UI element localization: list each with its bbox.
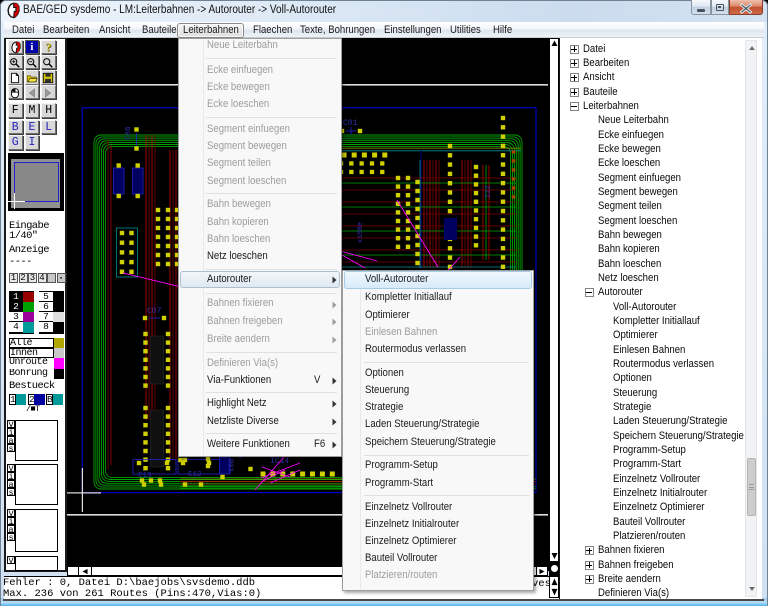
svg-text:C13: C13 xyxy=(138,472,152,480)
svg-text:R03: R03 xyxy=(226,459,234,472)
svg-text:C01: C01 xyxy=(343,119,358,128)
svg-text:C07: C07 xyxy=(147,307,162,316)
svg-text:C86: C86 xyxy=(125,126,133,140)
svg-text:I22: I22 xyxy=(485,185,493,198)
svg-text:xs98e: xs98e xyxy=(357,222,365,243)
svg-text:C12: C12 xyxy=(188,471,202,479)
